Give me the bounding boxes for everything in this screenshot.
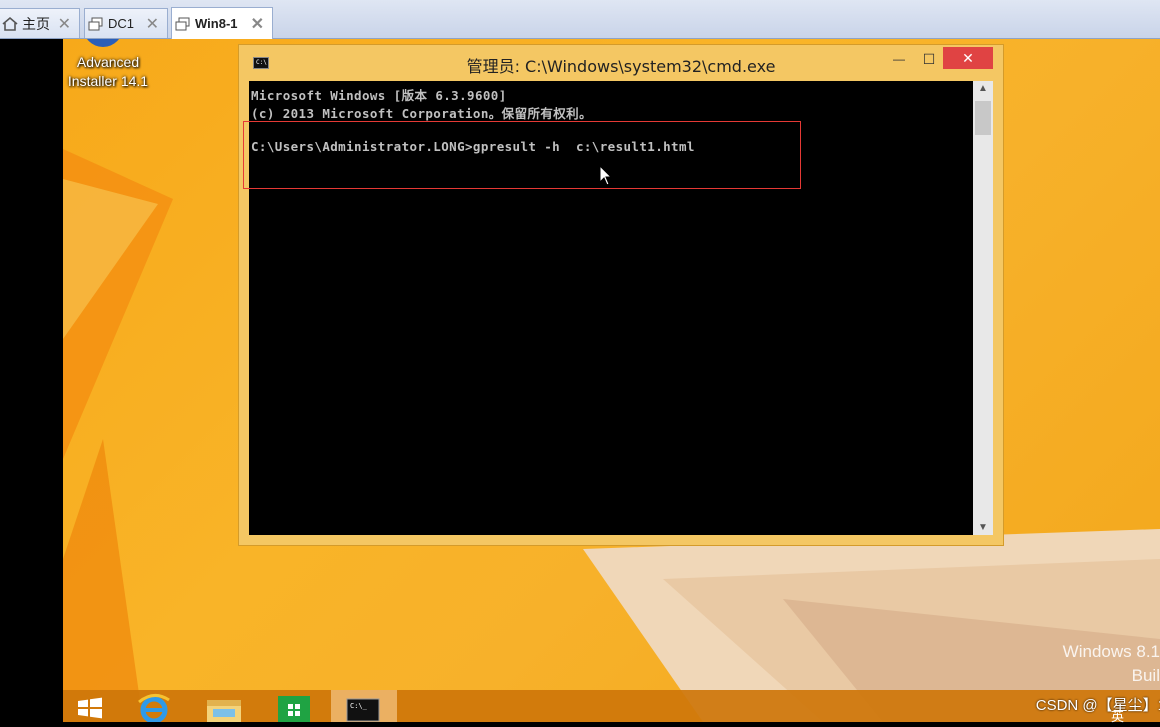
watermark-line2: Buil — [1131, 666, 1160, 685]
close-icon[interactable]: ✕ — [251, 14, 264, 34]
maximize-icon: ☐ — [922, 50, 936, 67]
desktop-icon-label-line1: Advanced — [76, 54, 140, 70]
console-area[interactable]: Microsoft Windows [版本 6.3.9600] (c) 2013… — [243, 81, 973, 535]
svg-text:C:\_: C:\_ — [350, 702, 368, 710]
host-left-panel — [0, 39, 63, 722]
cmd-title-bar[interactable]: C:\ 管理员: C:\Windows\system32\cmd.exe — ☐… — [239, 45, 1003, 81]
vertical-scrollbar[interactable]: ▲ ▼ — [973, 81, 993, 535]
desktop-icon-label-line2: Installer 14.1 — [67, 73, 149, 89]
close-icon[interactable]: ✕ — [146, 14, 159, 34]
start-icon — [78, 697, 102, 719]
cmd-window[interactable]: C:\ 管理员: C:\Windows\system32\cmd.exe — ☐… — [238, 44, 1004, 546]
watermark-line1: Windows 8.1 — [1062, 642, 1160, 661]
maximize-button[interactable]: ☐ — [915, 49, 943, 69]
taskbar: C:\_ CSDN @【星尘】1 英 — [63, 690, 1160, 725]
tab-label: DC1 — [108, 16, 135, 31]
windows-watermark: Windows 8.1 Buil — [960, 642, 1160, 686]
tab-win8-1[interactable]: Win8-1 ✕ — [171, 7, 273, 39]
advanced-installer-desktop-icon[interactable]: Advanced Installer 14.1 — [63, 39, 153, 89]
store-icon — [278, 696, 310, 722]
store-taskbar-button[interactable] — [269, 692, 319, 722]
tab-label: Win8-1 — [195, 16, 238, 31]
ie-icon — [138, 694, 170, 724]
scrollbar-thumb[interactable] — [975, 101, 991, 135]
ie-taskbar-button[interactable] — [129, 692, 179, 724]
csdn-watermark-text: CSDN @【星尘】1 — [1035, 697, 1160, 714]
mouse-cursor-icon — [599, 165, 613, 186]
vm-icon — [174, 16, 192, 32]
start-button[interactable] — [65, 692, 115, 722]
cmd-icon: C:\_ — [346, 698, 380, 722]
advanced-installer-icon — [83, 39, 123, 47]
explorer-taskbar-button[interactable] — [199, 692, 249, 722]
cmd-taskbar-button[interactable]: C:\_ — [331, 690, 397, 722]
close-button[interactable]: ✕ — [943, 47, 993, 69]
vm-tab-bar: 主页 ✕ DC1 ✕ Win8-1 ✕ — [0, 0, 1160, 39]
console-line: (c) 2013 Microsoft Corporation。保留所有权利。 — [251, 106, 592, 121]
close-icon: ✕ — [962, 49, 974, 66]
explorer-icon — [207, 700, 241, 722]
close-icon[interactable]: ✕ — [58, 14, 71, 34]
vm-icon — [87, 16, 105, 32]
minimize-icon: — — [893, 52, 905, 66]
console-line: Microsoft Windows [版本 6.3.9600] — [251, 88, 507, 103]
tab-label: 主页 — [22, 15, 50, 32]
minimize-button[interactable]: — — [885, 49, 913, 69]
tab-home[interactable]: 主页 ✕ — [0, 8, 80, 38]
scroll-down-arrow-icon[interactable]: ▼ — [973, 522, 993, 533]
home-icon — [1, 16, 19, 32]
desktop-icon-label: Advanced Installer 14.1 — [63, 53, 153, 91]
system-tray: CSDN @【星尘】1 英 — [1010, 690, 1160, 725]
scroll-up-arrow-icon[interactable]: ▲ — [973, 83, 993, 94]
red-highlight-box — [243, 121, 801, 189]
ime-indicator[interactable]: 英 — [1111, 706, 1124, 725]
tab-dc1[interactable]: DC1 ✕ — [84, 8, 168, 38]
